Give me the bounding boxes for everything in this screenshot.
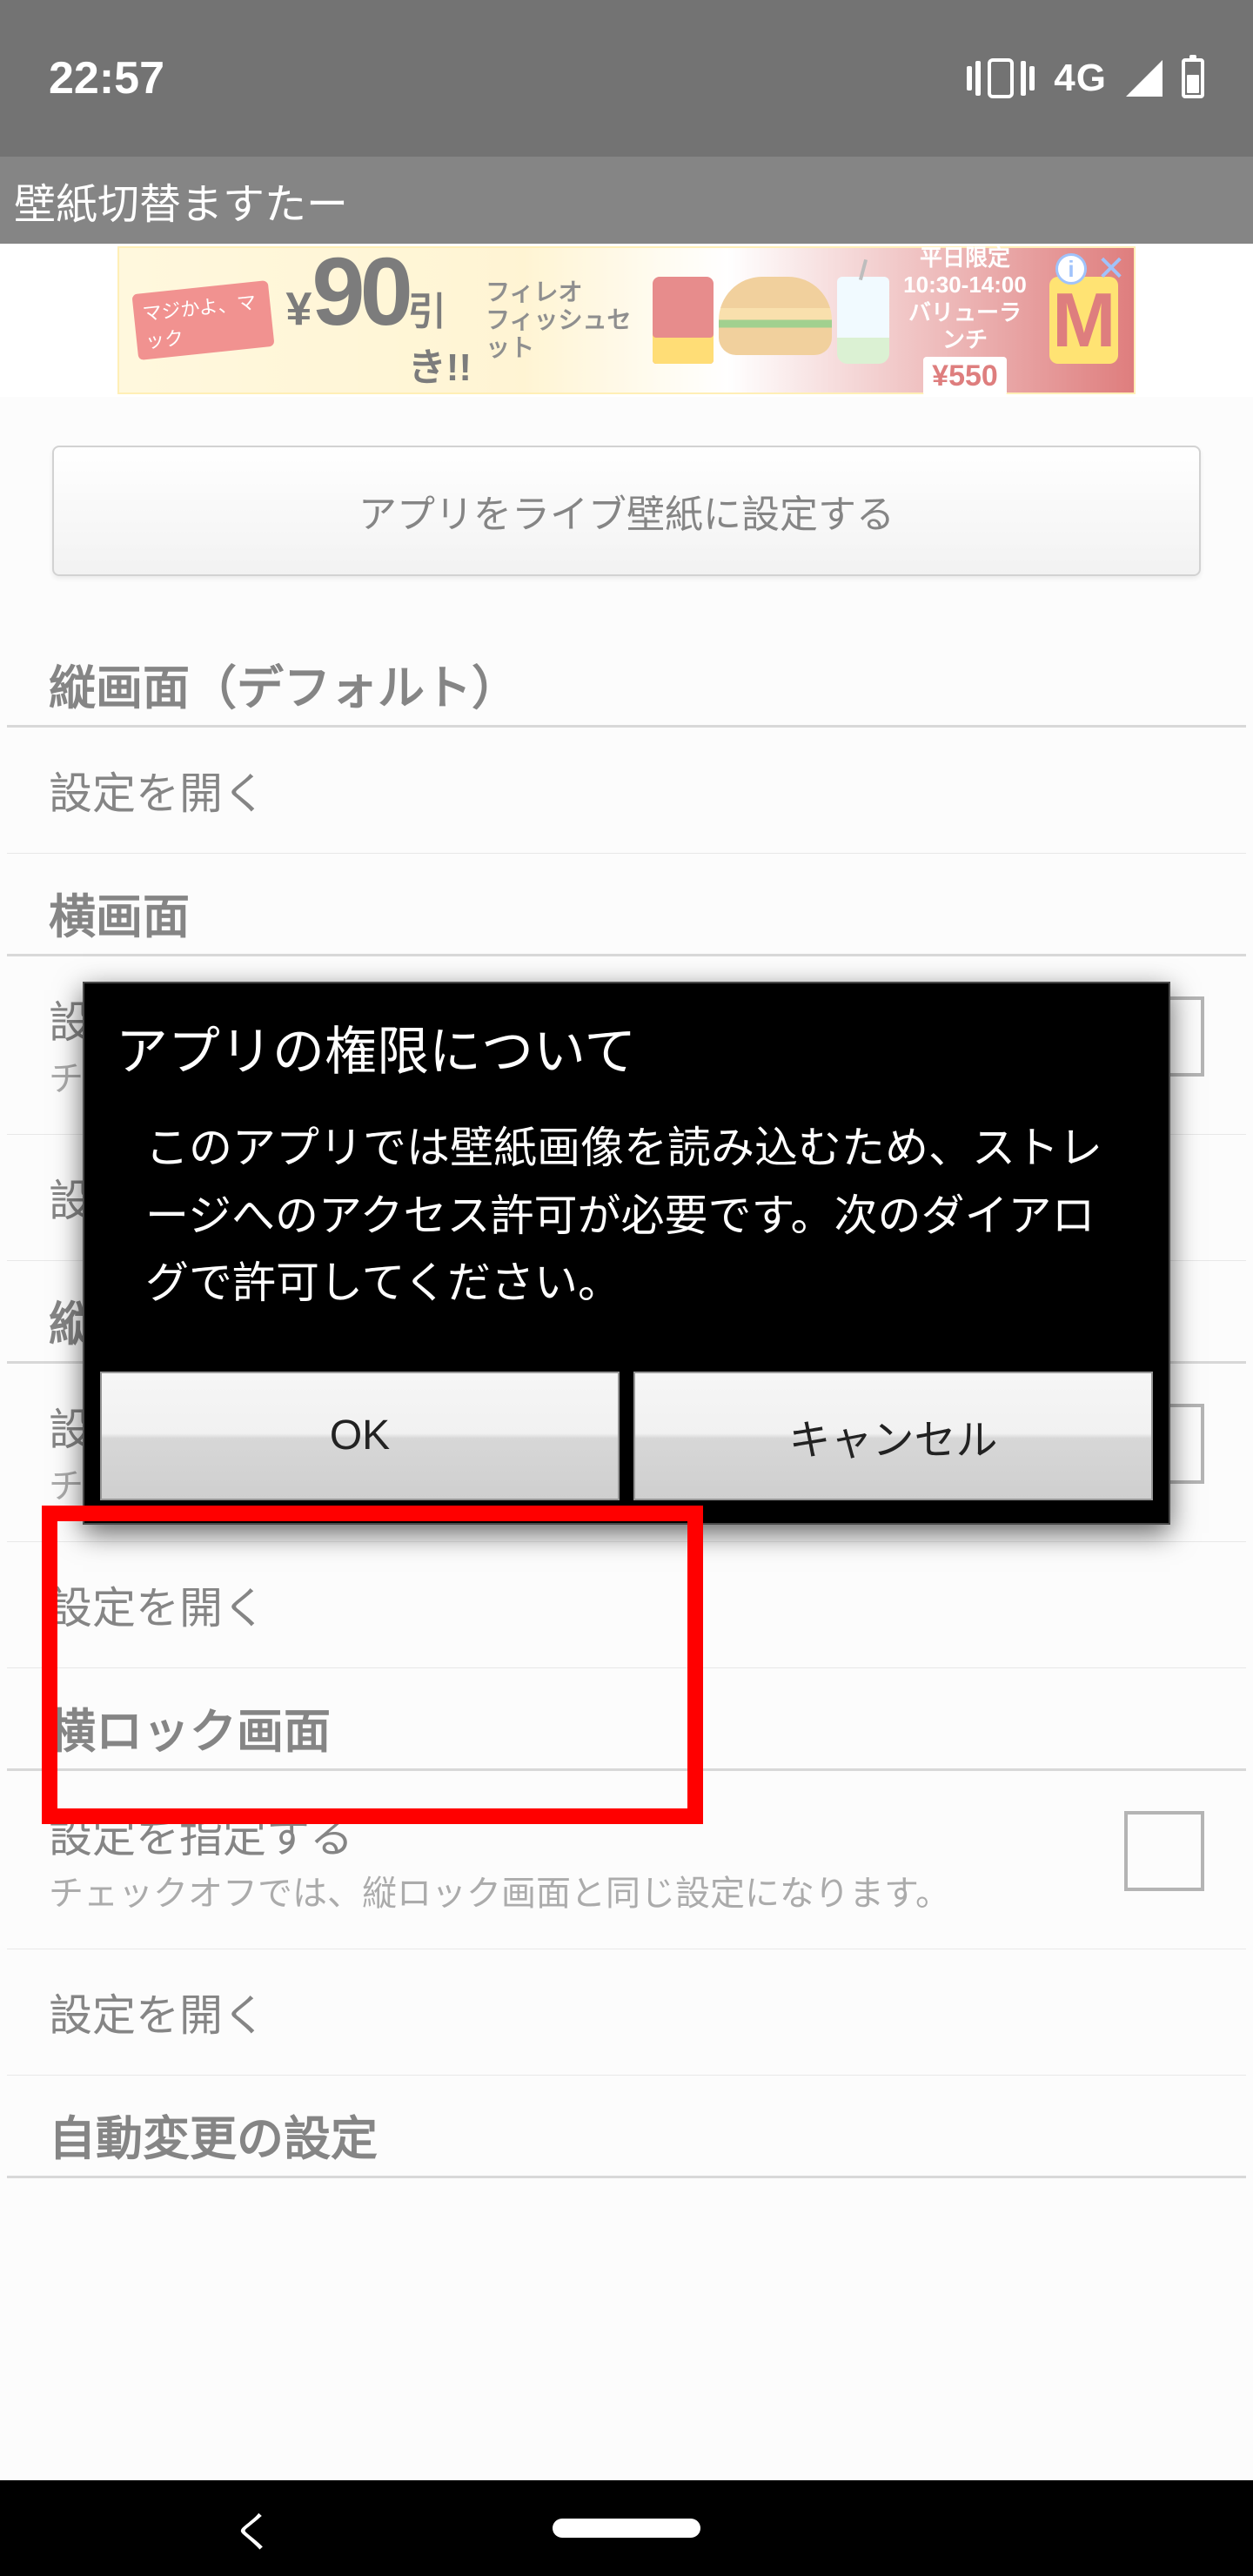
nav-back-icon[interactable]: く: [232, 2498, 274, 2559]
nav-home-pill[interactable]: [553, 2519, 700, 2538]
permission-dialog: アプリの権限について このアプリでは壁紙画像を読み込むため、ストレージへのアクセ…: [83, 982, 1170, 1525]
dialog-title: アプリの権限について: [84, 983, 1169, 1101]
dialog-layer: アプリの権限について このアプリでは壁紙画像を読み込むため、ストレージへのアクセ…: [0, 0, 1253, 2480]
cancel-button[interactable]: キャンセル: [633, 1372, 1153, 1500]
dialog-body: このアプリでは壁紙画像を読み込むため、ストレージへのアクセス許可が必要です。次の…: [84, 1101, 1169, 1359]
dialog-button-row: OK キャンセル: [84, 1359, 1169, 1523]
system-nav-bar: く: [0, 2480, 1253, 2576]
cancel-button-label: キャンセル: [788, 1405, 997, 1466]
ok-button-label: OK: [330, 1412, 390, 1459]
ok-button[interactable]: OK: [100, 1372, 620, 1500]
